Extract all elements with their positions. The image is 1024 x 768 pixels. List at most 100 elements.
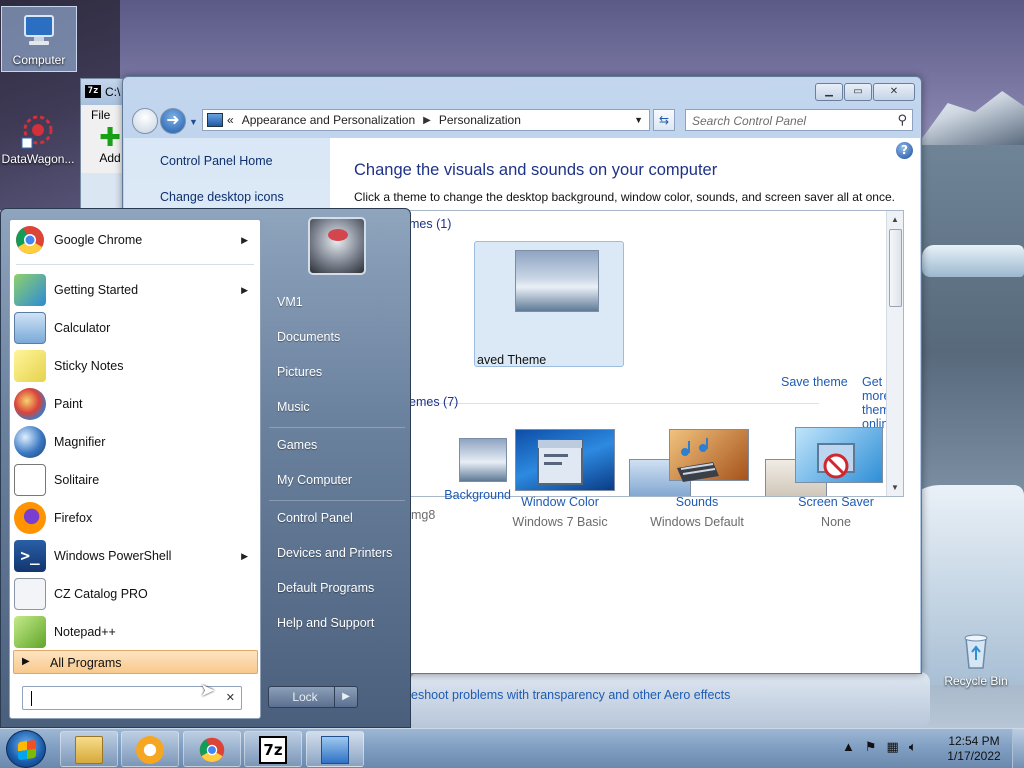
start-link-control-panel[interactable]: Control Panel bbox=[277, 511, 353, 525]
program-calculator[interactable]: Calculator bbox=[10, 310, 260, 346]
program-magnifier[interactable]: Magnifier bbox=[10, 424, 260, 460]
start-link-my-computer[interactable]: My Computer bbox=[277, 473, 352, 487]
maximize-button[interactable]: ▭ bbox=[844, 83, 872, 101]
refresh-button[interactable]: ⇆ bbox=[653, 109, 675, 131]
all-programs-button[interactable]: ▶ All Programs bbox=[13, 650, 258, 674]
start-link-games[interactable]: Games bbox=[277, 438, 317, 452]
program-firefox[interactable]: Firefox bbox=[10, 500, 260, 536]
setting-sounds[interactable]: Sounds Windows Default bbox=[641, 438, 753, 529]
scroll-up-icon[interactable]: ▲ bbox=[891, 215, 899, 224]
system-tray: ▲ ⚑ ▦ 🔈︎ bbox=[842, 739, 917, 755]
setting-screen-saver[interactable]: Screen Saver None bbox=[780, 438, 892, 529]
program-google-chrome[interactable]: Google Chrome ▶ bbox=[10, 222, 260, 258]
cz-catalog-icon bbox=[14, 578, 46, 610]
search-icon[interactable]: ⚲ bbox=[897, 112, 907, 128]
control-panel-icon bbox=[207, 113, 223, 127]
taskbar-control-panel[interactable] bbox=[306, 731, 364, 767]
start-link-pictures[interactable]: Pictures bbox=[277, 365, 322, 379]
link-control-panel-home[interactable]: Control Panel Home bbox=[160, 154, 273, 168]
breadcrumb-personalization[interactable]: Personalization bbox=[439, 113, 521, 127]
sounds-icon bbox=[677, 438, 719, 482]
troubleshoot-aero-link[interactable]: eshoot problems with transparency and ot… bbox=[411, 688, 730, 702]
back-button[interactable] bbox=[132, 108, 158, 134]
link-change-desktop-icons[interactable]: Change desktop icons bbox=[160, 190, 284, 204]
start-menu[interactable]: Google Chrome ▶ Getting Started ▶ Calcul… bbox=[0, 208, 411, 728]
taskbar: 7z ▲ ⚑ ▦ 🔈︎ 12:54 PM 1/17/2022 bbox=[0, 728, 1024, 768]
program-getting-started[interactable]: Getting Started ▶ bbox=[10, 272, 260, 308]
desktop-wallpaper-mountain bbox=[915, 91, 1024, 148]
saved-theme-label: aved Theme bbox=[477, 353, 547, 367]
address-bar[interactable]: « Appearance and Personalization ▶ Perso… bbox=[202, 109, 650, 131]
program-windows-powershell[interactable]: >_ Windows PowerShell ▶ bbox=[10, 538, 260, 574]
breadcrumb-separator-icon[interactable]: ▶ bbox=[423, 115, 431, 126]
setting-value: None bbox=[821, 515, 851, 529]
help-icon[interactable]: ? bbox=[896, 142, 913, 159]
setting-name: Window Color bbox=[521, 495, 599, 509]
submenu-arrow-icon[interactable]: ▶ bbox=[241, 285, 248, 296]
taskbar-7zip[interactable]: 7z bbox=[244, 731, 302, 767]
desktop-icon-datawagon[interactable]: DataWagon... bbox=[0, 110, 76, 166]
setting-desktop-background[interactable]: Background mg8 bbox=[411, 438, 511, 522]
desktop-icon-label: Computer bbox=[12, 53, 66, 67]
desktop-icon-label: Recycle Bin bbox=[944, 674, 1008, 688]
program-sticky-notes[interactable]: Sticky Notes bbox=[10, 348, 260, 384]
program-notepad-plus-plus[interactable]: Notepad++ bbox=[10, 614, 260, 650]
taskbar-clock[interactable]: 12:54 PM 1/17/2022 bbox=[940, 734, 1008, 764]
submenu-arrow-icon[interactable]: ▶ bbox=[241, 235, 248, 246]
taskbar-media-player[interactable] bbox=[121, 731, 179, 767]
volume-icon[interactable]: 🔈︎ bbox=[909, 739, 917, 755]
program-label: Windows PowerShell bbox=[54, 549, 172, 563]
computer-icon bbox=[24, 15, 54, 45]
address-dropdown-icon[interactable]: ▼ bbox=[634, 115, 643, 125]
control-panel-icon bbox=[321, 736, 349, 764]
scrollbar-thumb[interactable] bbox=[889, 229, 902, 307]
setting-name: Screen Saver bbox=[798, 495, 874, 509]
save-theme-link[interactable]: Save theme bbox=[781, 375, 848, 389]
recent-pages-chevron-icon[interactable]: ▼ bbox=[189, 117, 198, 127]
scroll-down-icon[interactable]: ▼ bbox=[891, 483, 899, 492]
start-link-documents[interactable]: Documents bbox=[277, 330, 340, 344]
theme-preview-image bbox=[515, 250, 599, 312]
close-button[interactable]: ✕ bbox=[873, 83, 915, 101]
start-menu-programs-pane: Google Chrome ▶ Getting Started ▶ Calcul… bbox=[9, 219, 261, 719]
setting-name: Background bbox=[444, 488, 511, 502]
taskbar-explorer[interactable] bbox=[60, 731, 118, 767]
breadcrumb-appearance[interactable]: Appearance and Personalization bbox=[242, 113, 415, 127]
taskbar-chrome[interactable] bbox=[183, 731, 241, 767]
search-input[interactable]: Search Control Panel ⚲ bbox=[685, 109, 913, 131]
minimize-button[interactable]: ▁ bbox=[815, 83, 843, 101]
desktop-icon-recycle-bin[interactable]: Recycle Bin bbox=[938, 630, 1014, 688]
sticky-notes-icon bbox=[14, 350, 46, 382]
page-title: Change the visuals and sounds on your co… bbox=[354, 161, 718, 179]
program-label: Firefox bbox=[54, 511, 93, 525]
start-button[interactable] bbox=[6, 730, 46, 768]
show-hidden-icons-chevron-icon[interactable]: ▲ bbox=[842, 739, 855, 755]
clear-search-icon[interactable]: ✕ bbox=[226, 691, 235, 704]
start-link-default-programs[interactable]: Default Programs bbox=[277, 581, 374, 595]
submenu-arrow-icon[interactable]: ▶ bbox=[241, 551, 248, 562]
network-icon[interactable]: ▦ bbox=[887, 739, 899, 755]
desktop-icon-computer[interactable]: Computer bbox=[1, 6, 77, 72]
start-link-vm1[interactable]: VM1 bbox=[277, 295, 303, 309]
clock-date: 1/17/2022 bbox=[947, 749, 1001, 763]
start-link-music[interactable]: Music bbox=[277, 400, 310, 414]
start-link-devices-printers[interactable]: Devices and Printers bbox=[277, 546, 392, 560]
saved-theme-tile[interactable]: aved Theme bbox=[474, 241, 624, 367]
all-programs-arrow-icon: ▶ bbox=[22, 656, 30, 667]
desktop-wallpaper-lake bbox=[915, 145, 1024, 490]
lock-button[interactable]: Lock bbox=[268, 686, 342, 708]
program-cz-catalog-pro[interactable]: CZ Catalog PRO bbox=[10, 576, 260, 612]
action-center-flag-icon[interactable]: ⚑ bbox=[865, 739, 877, 755]
setting-window-color[interactable]: Window Color Windows 7 Basic bbox=[504, 438, 616, 529]
show-desktop-button[interactable] bbox=[1012, 729, 1024, 768]
breadcrumb-overflow[interactable]: « bbox=[227, 113, 234, 127]
recycle-bin-icon bbox=[964, 634, 988, 669]
forward-button[interactable]: ➜ bbox=[160, 108, 186, 134]
user-picture[interactable] bbox=[308, 217, 366, 275]
shutdown-options-arrow-icon[interactable]: ▶ bbox=[334, 686, 358, 708]
program-solitaire[interactable]: Solitaire bbox=[10, 462, 260, 498]
start-link-help-support[interactable]: Help and Support bbox=[277, 616, 374, 630]
program-paint[interactable]: Paint bbox=[10, 386, 260, 422]
7zip-logo-icon: 7z bbox=[85, 85, 101, 98]
window-title: C:\ bbox=[105, 85, 121, 99]
